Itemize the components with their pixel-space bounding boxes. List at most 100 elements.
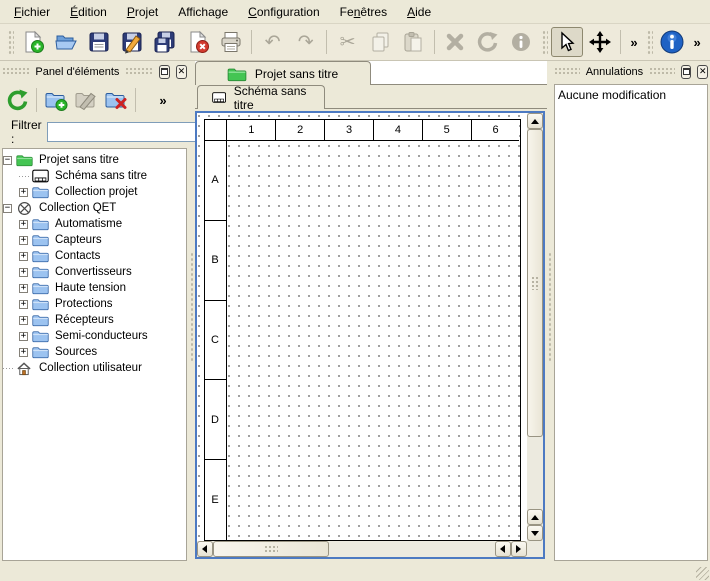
tree-expander-icon[interactable]: +	[19, 188, 28, 197]
save-as-button[interactable]	[116, 27, 149, 57]
redo-button[interactable]: ↷	[289, 27, 322, 57]
scroll-left-button[interactable]	[495, 541, 511, 557]
menu-item-edition[interactable]: Édition	[60, 2, 117, 22]
tree-item-collection-projet[interactable]: +Collection projet	[3, 184, 186, 200]
scroll-up-button[interactable]	[527, 113, 543, 129]
information-button[interactable]	[505, 27, 538, 57]
tree-item-automatisme[interactable]: +Automatisme	[3, 216, 186, 232]
tree-expander-icon[interactable]: +	[19, 220, 28, 229]
delete-button[interactable]	[439, 27, 472, 57]
tab-project[interactable]: Projet sans titre	[195, 61, 371, 85]
horizontal-scroll-track[interactable]	[329, 541, 495, 557]
information-icon	[509, 30, 533, 54]
undo-button[interactable]: ↶	[256, 27, 289, 57]
tree-item-semi-conducteurs[interactable]: +Semi-conducteurs	[3, 328, 186, 344]
tree-expander-icon[interactable]: −	[3, 204, 12, 213]
panel-overflow-button[interactable]: »	[154, 87, 172, 113]
vertical-scroll-thumb[interactable]	[527, 129, 543, 437]
menu-item-fenetres[interactable]: Fenêtres	[330, 2, 397, 22]
tree-item-projet-sans-titre[interactable]: −Projet sans titre	[3, 152, 186, 168]
horizontal-scroll-thumb[interactable]	[213, 541, 329, 557]
undo-panel-titlebar[interactable]: Annulations ✕	[552, 61, 710, 82]
tree-expander-icon[interactable]: +	[19, 284, 28, 293]
right-splitter-handle[interactable]	[547, 61, 553, 563]
tree-expander-icon[interactable]: +	[19, 316, 28, 325]
undo-list-item[interactable]: Aucune modification	[558, 87, 704, 104]
horizontal-scrollbar[interactable]	[197, 541, 527, 557]
tree-item-collection-utilisateur[interactable]: Collection utilisateur	[3, 360, 186, 376]
paste-icon	[401, 30, 425, 54]
dock-float-button[interactable]	[159, 65, 170, 79]
dock-float-button[interactable]	[681, 65, 692, 79]
tree-expander-icon[interactable]: +	[19, 348, 28, 357]
move-tool-button[interactable]	[583, 27, 616, 57]
rotate-icon	[476, 30, 500, 54]
undo-icon: ↶	[265, 33, 281, 52]
column-header: 1	[226, 120, 275, 141]
tree-expander-icon[interactable]: +	[19, 332, 28, 341]
collection-folder-icon	[31, 248, 49, 264]
tree-item-capteurs[interactable]: +Capteurs	[3, 232, 186, 248]
toolbar-drag-handle[interactable]	[7, 29, 14, 55]
menu-item-configuration[interactable]: Configuration	[238, 2, 330, 22]
new-category-button[interactable]	[41, 85, 71, 115]
tree-expander-icon[interactable]: −	[3, 156, 12, 165]
qelectrotech-window: FichierÉditionProjetAffichageConfigurati…	[0, 0, 710, 581]
menu-item-fichier[interactable]: Fichier	[4, 2, 60, 22]
reload-collections-button[interactable]	[2, 85, 32, 115]
scroll-right-button[interactable]	[511, 541, 527, 557]
paste-button[interactable]	[397, 27, 430, 57]
vertical-scroll-track[interactable]	[527, 437, 543, 509]
toolbar-drag-handle[interactable]	[646, 29, 653, 55]
tree-item-convertisseurs[interactable]: +Convertisseurs	[3, 264, 186, 280]
elements-panel-titlebar[interactable]: Panel d'éléments ✕	[0, 61, 189, 82]
menu-item-affichage[interactable]: Affichage	[168, 2, 238, 22]
size-grip[interactable]	[696, 567, 709, 580]
tree-item-haute-tension[interactable]: +Haute tension	[3, 280, 186, 296]
redo-icon: ↷	[298, 33, 314, 52]
menu-bar: FichierÉditionProjetAffichageConfigurati…	[0, 0, 710, 24]
tree-expander-icon[interactable]: +	[19, 300, 28, 309]
filter-input[interactable]	[47, 122, 210, 142]
tab-schema[interactable]: Schéma sans titre	[197, 85, 325, 109]
new-document-button[interactable]	[17, 27, 50, 57]
save-button[interactable]	[83, 27, 116, 57]
copy-button[interactable]	[364, 27, 397, 57]
dock-close-button[interactable]: ✕	[176, 65, 187, 79]
tree-expander-icon[interactable]: +	[19, 268, 28, 277]
toolbar-overflow-button[interactable]: »	[625, 29, 642, 55]
open-button[interactable]	[50, 27, 83, 57]
menu-item-aide[interactable]: Aide	[397, 2, 441, 22]
tree-indent	[3, 232, 19, 248]
rotate-button[interactable]	[472, 27, 505, 57]
vertical-scrollbar[interactable]	[527, 113, 543, 541]
scroll-up-button[interactable]	[527, 509, 543, 525]
tree-item-sources[interactable]: +Sources	[3, 344, 186, 360]
menu-item-projet[interactable]: Projet	[117, 2, 168, 22]
scroll-left-button[interactable]	[197, 541, 213, 557]
select-tool-button[interactable]	[551, 27, 584, 57]
schema-canvas[interactable]: 123456 ABCDE	[197, 113, 527, 541]
toolbar-overflow-button[interactable]: »	[688, 29, 705, 55]
filter-label: Filtrer :	[11, 118, 42, 146]
tree-item-collection-qet[interactable]: −Collection QET	[3, 200, 186, 216]
edit-category-button[interactable]	[71, 85, 101, 115]
row-header: E	[205, 460, 226, 540]
about-info-button[interactable]	[656, 27, 689, 57]
dock-drag-texture	[125, 67, 152, 76]
dock-close-button[interactable]: ✕	[697, 65, 708, 79]
close-document-button[interactable]	[181, 27, 214, 57]
tree-item-recepteurs[interactable]: +Récepteurs	[3, 312, 186, 328]
tree-expander-icon[interactable]: +	[19, 252, 28, 261]
tree-expander-icon[interactable]: +	[19, 236, 28, 245]
toolbar-drag-handle[interactable]	[541, 29, 548, 55]
scroll-down-button[interactable]	[527, 525, 543, 541]
delete-category-button[interactable]	[101, 85, 131, 115]
tree-item-schema-sans-titre[interactable]: Schéma sans titre	[3, 168, 186, 184]
print-button[interactable]	[214, 27, 247, 57]
cut-button[interactable]: ✂	[331, 27, 364, 57]
tree-item-protections[interactable]: +Protections	[3, 296, 186, 312]
tree-item-contacts[interactable]: +Contacts	[3, 248, 186, 264]
elements-panel-dock: Panel d'éléments ✕	[0, 61, 189, 563]
save-all-button[interactable]	[149, 27, 182, 57]
